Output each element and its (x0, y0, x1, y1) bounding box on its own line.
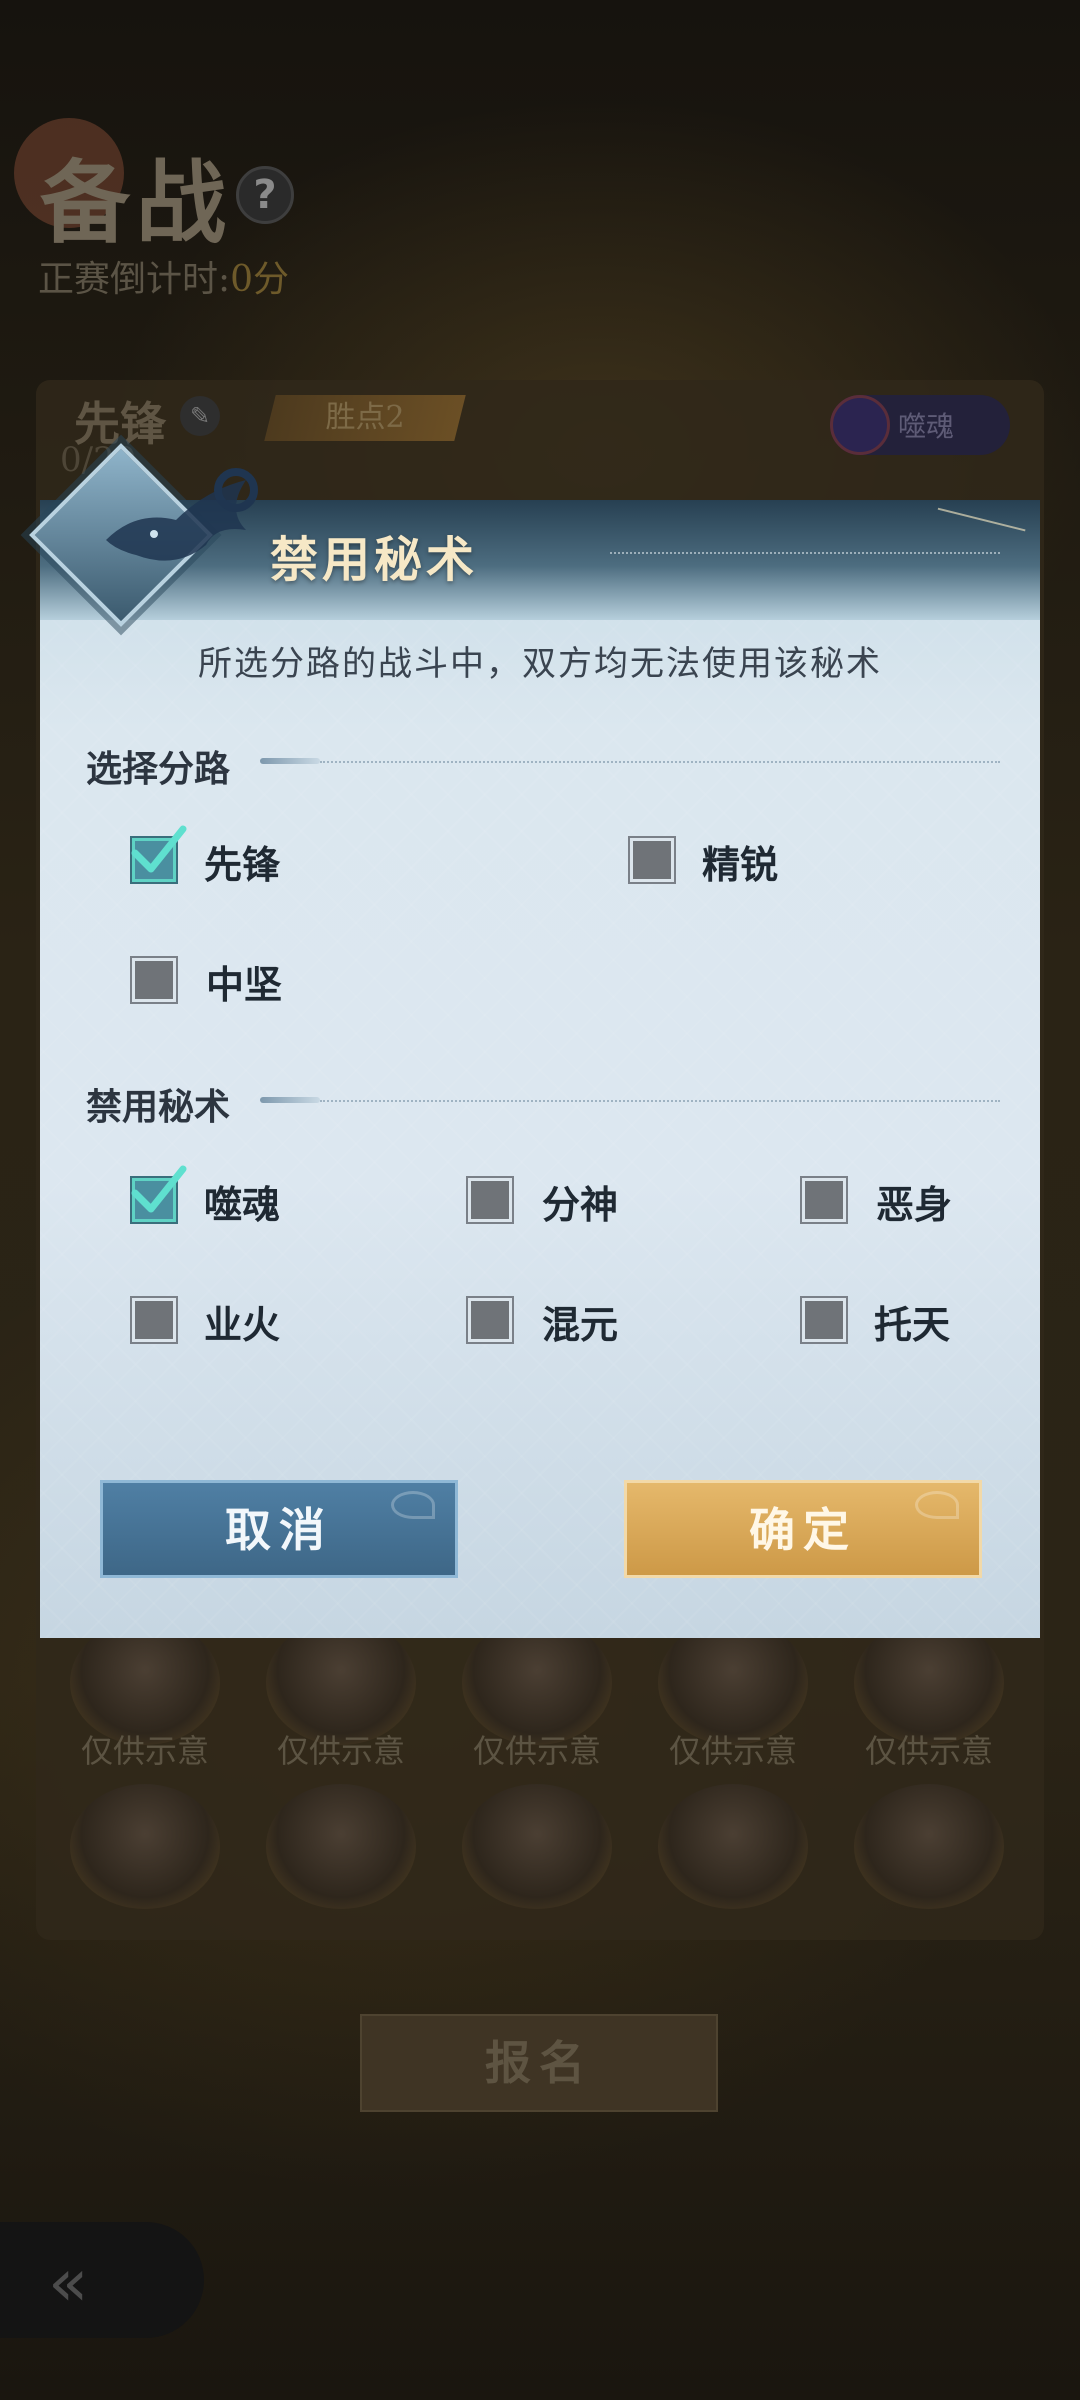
section-divider (320, 761, 1000, 763)
hero-avatar[interactable] (266, 1784, 416, 1909)
confirm-button[interactable]: 确定 (624, 1480, 982, 1578)
hero-caption: 仅供示意 (864, 1732, 993, 1770)
lane-checkbox-elite[interactable] (630, 838, 674, 882)
ban-icon (830, 395, 890, 455)
banned-skill-badge[interactable]: 噬魂 (830, 395, 1010, 455)
skill-option-label[interactable]: 恶身 (876, 1174, 952, 1229)
skill-option-label[interactable]: 分神 (542, 1174, 618, 1229)
hero-avatar[interactable] (70, 1784, 220, 1909)
edit-icon[interactable]: ✎ (180, 396, 220, 436)
countdown-value: 0分 (230, 259, 290, 300)
win-points-label: 胜点2 (325, 400, 405, 435)
skill-option-label[interactable]: 混元 (542, 1294, 618, 1349)
section-ornament (260, 758, 320, 764)
countdown-text: 正赛倒计时:0分 (38, 250, 289, 302)
lane-option-label[interactable]: 中坚 (206, 954, 282, 1009)
lane-checkbox-vanguard[interactable] (131, 825, 187, 882)
page-title: 备战 (40, 150, 232, 256)
back-arrow-icon: « (48, 2244, 89, 2321)
skill-option-label[interactable]: 托天 (874, 1294, 950, 1349)
skill-checkbox[interactable] (132, 1298, 176, 1342)
hero-avatar[interactable] (462, 1784, 612, 1909)
skill-option-label[interactable]: 业火 (204, 1294, 280, 1349)
fox-spirit-icon (106, 468, 258, 561)
checkmark-icon (131, 825, 187, 873)
skill-checkbox[interactable] (131, 1165, 187, 1222)
dialog-subtitle: 所选分路的战斗中，双方均无法使用该秘术 (198, 644, 882, 684)
cancel-button[interactable]: 取消 (100, 1480, 458, 1578)
cloud-ornament-icon (391, 1491, 435, 1519)
section-ornament (260, 1097, 320, 1103)
header-divider (610, 552, 1000, 554)
lane-option-label[interactable]: 精锐 (702, 834, 778, 889)
constellation-decoration (928, 507, 1026, 569)
skill-checkbox[interactable] (802, 1298, 846, 1342)
hero-caption: 仅供示意 (472, 1732, 601, 1770)
hero-avatar[interactable] (854, 1784, 1004, 1909)
win-points-badge: 胜点2 (264, 395, 466, 441)
back-button[interactable]: « (0, 2222, 204, 2338)
help-button[interactable]: ? (236, 166, 294, 224)
skill-checkbox[interactable] (468, 1298, 512, 1342)
skill-checkbox[interactable] (468, 1178, 512, 1222)
dialog-title: 禁用秘术 (270, 532, 479, 588)
lane-checkbox-core[interactable] (132, 958, 176, 1002)
hero-caption: 仅供示意 (276, 1732, 405, 1770)
cancel-button-label: 取消 (225, 1503, 333, 1557)
section-divider (320, 1100, 1000, 1102)
banned-skill-label: 噬魂 (898, 410, 955, 443)
hero-avatar[interactable] (658, 1784, 808, 1909)
skill-option-label[interactable]: 噬魂 (204, 1174, 280, 1229)
confirm-button-label: 确定 (749, 1503, 857, 1557)
hero-caption: 仅供示意 (80, 1732, 209, 1770)
checkmark-icon (131, 1165, 187, 1213)
skill-section-title: 禁用秘术 (86, 1086, 231, 1128)
hero-caption: 仅供示意 (668, 1732, 797, 1770)
cloud-ornament-icon (915, 1491, 959, 1519)
countdown-label: 正赛倒计时: (38, 259, 231, 300)
lane-option-label[interactable]: 先锋 (204, 834, 280, 889)
skill-checkbox[interactable] (802, 1178, 846, 1222)
lane-section-title: 选择分路 (86, 748, 231, 790)
signup-button[interactable]: 报名 (360, 2014, 718, 2112)
